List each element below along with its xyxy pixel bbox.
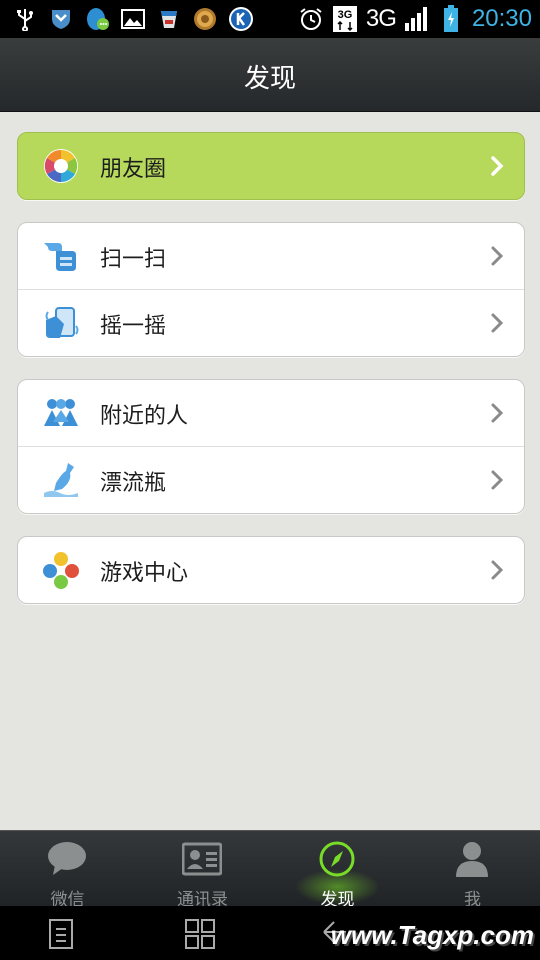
image-icon xyxy=(120,6,146,32)
menu-item-label: 漂流瓶 xyxy=(100,471,167,496)
status-time: 20:30 xyxy=(471,5,532,32)
chevron-right-icon xyxy=(490,469,504,491)
moments-icon xyxy=(42,147,80,185)
contacts-icon xyxy=(181,841,223,877)
tools-group: 扫一扫 摇一摇 xyxy=(17,222,525,357)
chevron-right-icon xyxy=(490,312,504,334)
menu-item-label: 摇一摇 xyxy=(100,314,167,339)
menu-item-label: 扫一扫 xyxy=(100,247,167,272)
usb-icon xyxy=(12,6,38,32)
menu-item-label: 游戏中心 xyxy=(100,561,189,586)
k-icon xyxy=(228,6,254,32)
chevron-right-icon xyxy=(490,559,504,581)
cup-icon xyxy=(156,6,182,32)
page-title: 发现 xyxy=(243,64,296,94)
svg-text:3G: 3G xyxy=(338,9,353,21)
menu-item-game-center[interactable]: 游戏中心 xyxy=(18,537,524,603)
chevron-right-icon xyxy=(490,402,504,424)
tab-me[interactable]: 我 xyxy=(405,831,540,910)
tab-contacts[interactable]: 通讯录 xyxy=(135,831,270,910)
home-icon[interactable] xyxy=(184,918,215,950)
chevron-right-icon xyxy=(490,245,504,267)
menu-icon[interactable] xyxy=(46,918,76,950)
coin-icon xyxy=(192,6,218,32)
tab-chats[interactable]: 微信 xyxy=(0,831,135,910)
chat-icon xyxy=(47,841,87,877)
menu-item-label: 附近的人 xyxy=(100,404,189,429)
people-nearby-icon xyxy=(42,394,80,432)
battery-icon xyxy=(438,5,464,32)
shield-icon xyxy=(48,6,74,32)
3g-data-icon: 3G xyxy=(332,6,358,32)
drift-bottle-icon xyxy=(42,461,80,499)
menu-item-shake[interactable]: 摇一摇 xyxy=(18,289,524,356)
menu-item-moments[interactable]: 朋友圈 xyxy=(18,133,524,199)
network-type: 3G xyxy=(365,5,397,32)
signal-icon xyxy=(404,6,430,32)
shake-icon xyxy=(42,304,80,342)
qq-icon xyxy=(84,6,110,32)
status-bar: 3G 3G 20:30 xyxy=(0,0,540,38)
compass-icon xyxy=(317,841,357,877)
profile-icon xyxy=(452,841,492,877)
menu-item-label: 朋友圈 xyxy=(100,157,167,182)
menu-item-scan[interactable]: 扫一扫 xyxy=(18,223,524,289)
title-bar: 发现 xyxy=(0,38,540,112)
chevron-right-icon xyxy=(490,155,504,177)
menu-item-people-nearby[interactable]: 附近的人 xyxy=(18,380,524,446)
scan-icon xyxy=(42,237,80,275)
game-center-icon xyxy=(42,551,80,589)
games-group: 游戏中心 xyxy=(17,536,525,604)
tab-bar: 微信 通讯录 发现 我 xyxy=(0,830,540,910)
alarm-icon xyxy=(298,6,324,32)
watermark: www.Tagxp.com xyxy=(330,920,534,950)
menu-item-drift-bottle[interactable]: 漂流瓶 xyxy=(18,446,524,513)
social-group: 附近的人 漂流瓶 xyxy=(17,379,525,514)
moments-group: 朋友圈 xyxy=(17,132,525,200)
tab-discover[interactable]: 发现 xyxy=(270,831,405,910)
